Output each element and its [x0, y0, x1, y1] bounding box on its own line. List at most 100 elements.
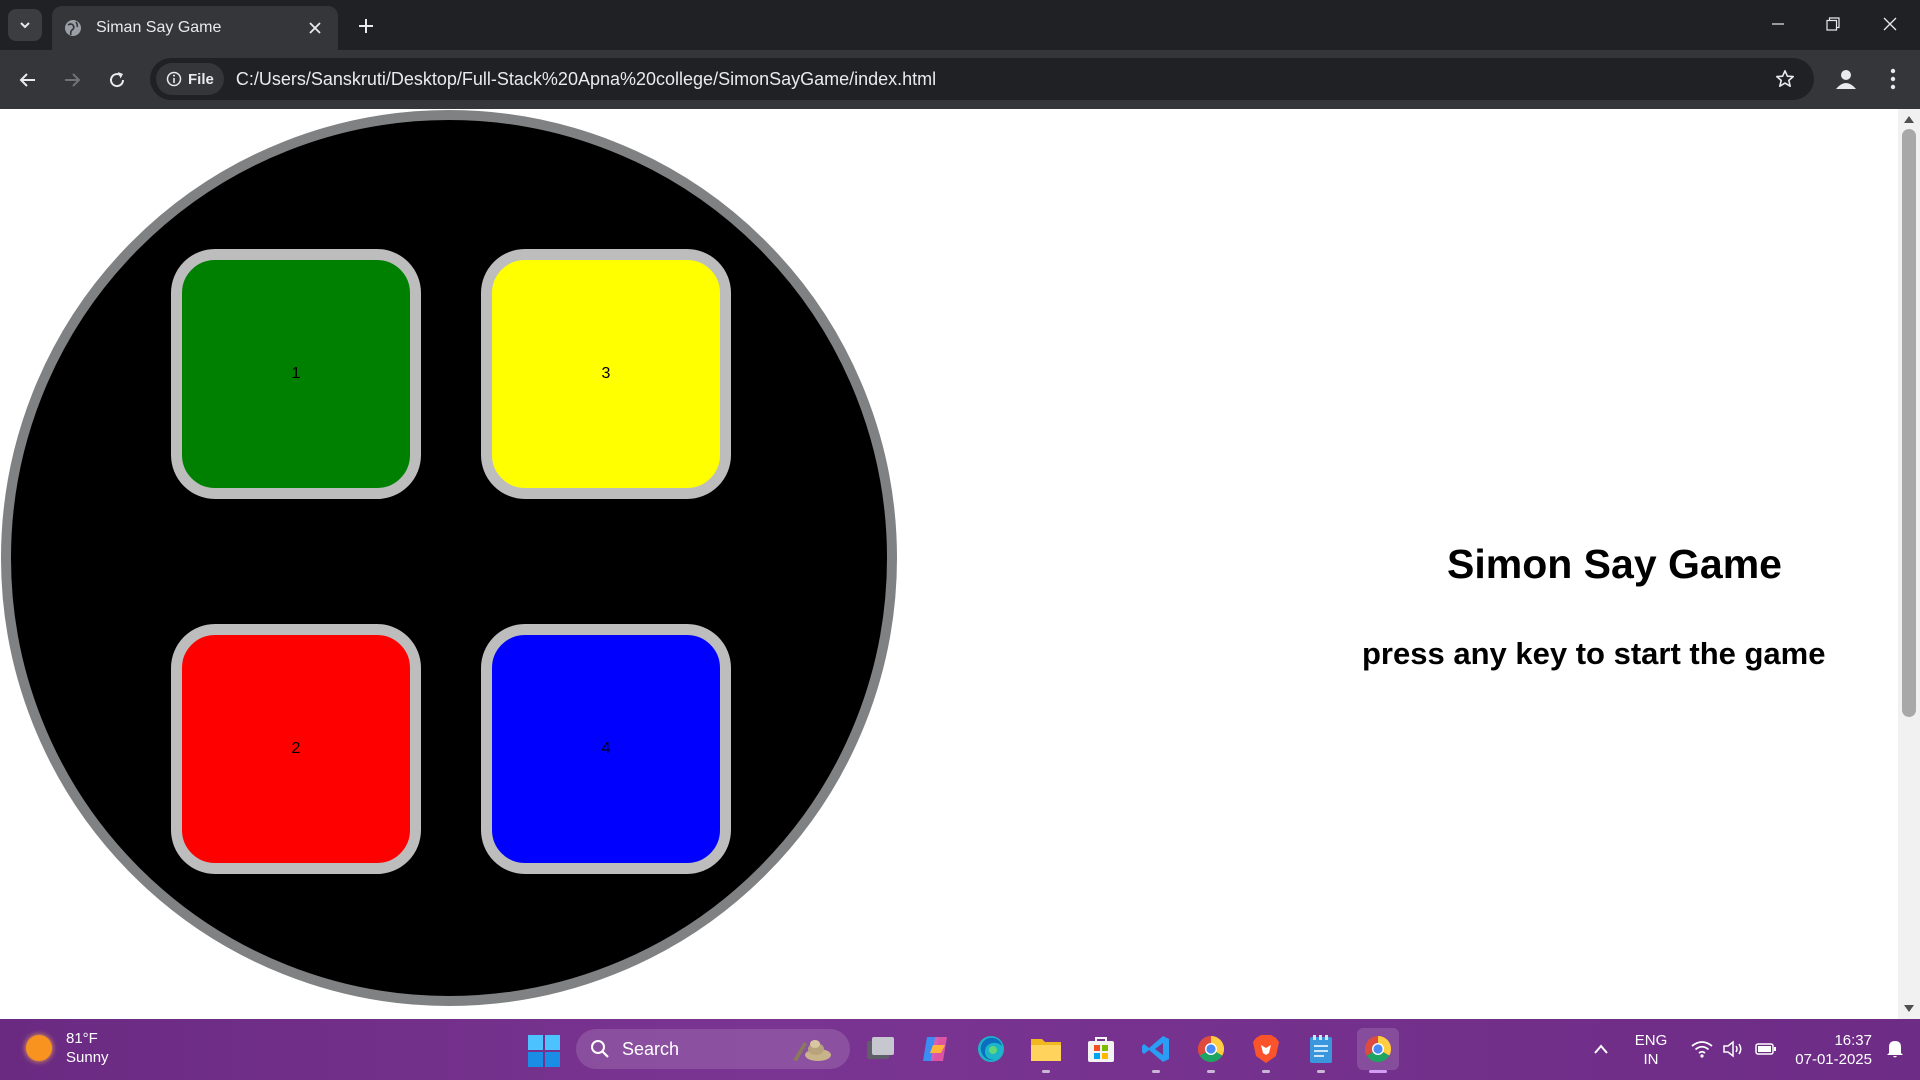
- language-indicator[interactable]: ENG IN: [1630, 1031, 1672, 1069]
- weather-description: Sunny: [66, 1049, 109, 1066]
- chevron-up-icon: [1594, 1044, 1608, 1054]
- sun-icon: [26, 1035, 52, 1061]
- site-info-button[interactable]: File: [156, 63, 224, 95]
- profile-button[interactable]: [1830, 63, 1862, 95]
- browser-toolbar: File C:/Users/Sanskruti/Desktop/Full-Sta…: [0, 50, 1920, 109]
- region-code: IN: [1643, 1051, 1659, 1068]
- edge-icon: [978, 1036, 1004, 1062]
- file-explorer-app[interactable]: [1027, 1030, 1065, 1073]
- search-highlight-icon: [793, 1040, 831, 1061]
- close-icon: [309, 22, 321, 34]
- forward-button[interactable]: [56, 64, 88, 96]
- pad-green[interactable]: 1: [171, 249, 421, 499]
- address-bar[interactable]: File C:/Users/Sanskruti/Desktop/Full-Sta…: [150, 58, 1814, 100]
- pad-label: 4: [601, 740, 611, 757]
- notepad-icon: [1310, 1035, 1332, 1063]
- new-tab-button[interactable]: [352, 12, 380, 40]
- running-indicator: [1207, 1070, 1215, 1073]
- chrome-icon: [1197, 1035, 1225, 1063]
- battery-icon: [1755, 1043, 1776, 1055]
- restore-button[interactable]: [1813, 8, 1853, 40]
- plus-icon: [359, 19, 373, 33]
- notepad-app[interactable]: [1302, 1030, 1340, 1073]
- star-icon: [1776, 70, 1794, 87]
- microsoft-store-app[interactable]: [1082, 1030, 1120, 1068]
- brave-app[interactable]: [1247, 1030, 1285, 1073]
- reload-icon: [110, 72, 125, 88]
- windows-taskbar: 81°F Sunny Search ENG IN 16:37 07-01-202…: [0, 1019, 1920, 1080]
- chrome-app-active[interactable]: [1357, 1028, 1399, 1073]
- tab-title: Siman Say Game: [96, 19, 222, 36]
- vscode-icon: [1142, 1036, 1169, 1062]
- taskbar-search-box[interactable]: Search: [576, 1029, 850, 1069]
- browser-titlebar: Siman Say Game: [0, 0, 1920, 50]
- pad-label: 2: [291, 740, 301, 757]
- minimize-button[interactable]: [1758, 8, 1798, 40]
- bookmark-button[interactable]: [1770, 64, 1800, 94]
- copilot-app[interactable]: [917, 1030, 955, 1068]
- pad-label: 1: [291, 365, 301, 382]
- wifi-icon: [1691, 1041, 1713, 1058]
- running-indicator: [1262, 1070, 1270, 1073]
- chrome-icon: [1364, 1035, 1392, 1063]
- more-vertical-icon: [1890, 68, 1896, 90]
- arrow-left-icon: [19, 73, 35, 87]
- task-view-icon: [867, 1037, 894, 1059]
- language-code: ENG: [1634, 1032, 1668, 1049]
- weather-widget[interactable]: 81°F Sunny: [26, 1029, 109, 1067]
- pad-yellow[interactable]: 3: [481, 249, 731, 499]
- pad-blue[interactable]: 4: [481, 624, 731, 874]
- running-indicator: [1369, 1070, 1387, 1073]
- edge-app[interactable]: [972, 1030, 1010, 1068]
- back-button[interactable]: [12, 64, 44, 96]
- simon-board: 1 3 2 4: [1, 110, 897, 1006]
- minimize-icon: [1772, 23, 1784, 25]
- chevron-down-icon: [20, 22, 30, 29]
- close-window-button[interactable]: [1870, 8, 1910, 40]
- scroll-down-button[interactable]: [1903, 1003, 1915, 1015]
- reload-button[interactable]: [101, 64, 133, 96]
- volume-icon: [1723, 1040, 1742, 1058]
- folder-icon: [1031, 1039, 1061, 1061]
- browser-tab-active[interactable]: Siman Say Game: [52, 6, 338, 50]
- running-indicator: [1042, 1070, 1050, 1073]
- restore-icon: [1826, 17, 1840, 31]
- vertical-scrollbar[interactable]: [1898, 109, 1920, 1019]
- site-chip-label: File: [188, 70, 214, 88]
- weather-temperature: 81°F: [66, 1030, 98, 1047]
- clock-time: 16:37: [1834, 1032, 1872, 1049]
- task-view-button[interactable]: [862, 1030, 900, 1068]
- running-indicator: [1152, 1070, 1160, 1073]
- game-title: Simon Say Game: [1447, 541, 1782, 587]
- url-text[interactable]: C:/Users/Sanskruti/Desktop/Full-Stack%20…: [236, 69, 1770, 90]
- pad-red[interactable]: 2: [171, 624, 421, 874]
- running-indicator: [1317, 1070, 1325, 1073]
- page-viewport: 1 3 2 4 Simon Say Game press any key to …: [0, 109, 1898, 1019]
- notifications-button[interactable]: [1878, 1030, 1912, 1068]
- scroll-up-button[interactable]: [1903, 113, 1915, 125]
- chrome-app[interactable]: [1192, 1030, 1230, 1073]
- arrow-right-icon: [65, 73, 81, 87]
- scroll-thumb[interactable]: [1902, 129, 1916, 717]
- windows-logo-icon: [528, 1035, 560, 1067]
- triangle-up-icon: [1904, 116, 1914, 123]
- pad-label: 3: [601, 365, 611, 382]
- globe-icon: [65, 20, 81, 36]
- game-status: press any key to start the game: [1362, 636, 1826, 671]
- triangle-down-icon: [1904, 1005, 1914, 1012]
- brave-icon: [1253, 1035, 1279, 1063]
- close-tab-button[interactable]: [304, 17, 326, 39]
- start-button[interactable]: [528, 1035, 560, 1067]
- taskbar-search-placeholder: Search: [622, 1038, 680, 1059]
- search-icon: [591, 1040, 609, 1058]
- tab-search-button[interactable]: [8, 9, 42, 41]
- vscode-app[interactable]: [1137, 1030, 1175, 1073]
- clock[interactable]: 16:37 07-01-2025: [1786, 1031, 1872, 1069]
- close-icon: [1883, 17, 1897, 31]
- browser-menu-button[interactable]: [1878, 63, 1908, 95]
- clock-date: 07-01-2025: [1795, 1051, 1872, 1068]
- store-icon: [1088, 1037, 1114, 1062]
- quick-settings-button[interactable]: [1682, 1030, 1786, 1068]
- copilot-icon: [923, 1037, 947, 1061]
- show-hidden-icons-button[interactable]: [1584, 1030, 1618, 1068]
